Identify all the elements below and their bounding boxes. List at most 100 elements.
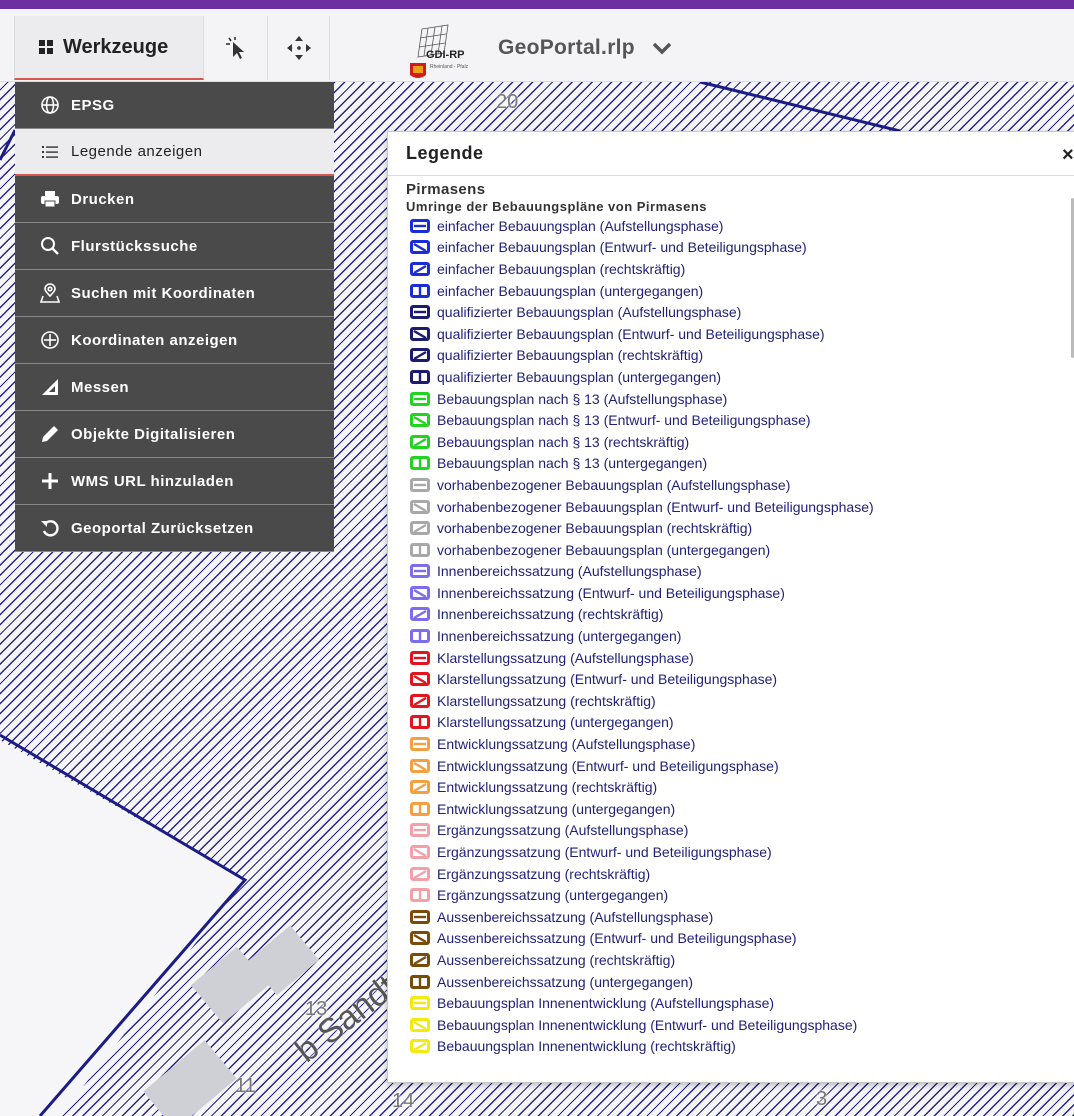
tools-button[interactable]: Werkzeuge [14,16,204,80]
chevron-down-icon[interactable] [652,40,672,56]
legend-item: Bebauungsplan Innenentwicklung (Entwurf-… [406,1014,1066,1036]
menu-item-reset[interactable]: Geoportal Zurücksetzen [15,505,334,552]
legend-item: Klarstellungssatzung (rechtskräftig) [406,690,1066,712]
legend-symbol-icon [410,693,430,708]
move-arrows-icon [286,36,311,60]
legend-item-label: Innenbereichssatzung (Aufstellungsphase) [437,563,702,580]
legend-item: Innenbereichssatzung (Entwurf- und Betei… [406,582,1066,604]
map-pin-icon [39,282,61,304]
legend-symbol-icon [410,607,430,622]
legend-item-label: vorhabenbezogener Bebauungsplan (unterge… [437,541,771,558]
legend-item-label: Bebauungsplan Innenentwicklung (Aufstell… [437,995,775,1012]
legend-item: qualifizierter Bebauungsplan (rechtskräf… [406,345,1066,367]
legend-symbol-icon [410,240,430,255]
legend-item: vorhabenbezogener Bebauungsplan (Entwurf… [406,496,1066,518]
search-icon [39,235,61,257]
top-toolbar: Werkzeuge GDI-RP Rheinland - Pfalz GeoPo… [0,9,1074,82]
menu-item-legend[interactable]: Legende anzeigen [15,129,334,176]
legend-symbol-icon [410,866,430,881]
legend-item-label: Bebauungsplan nach § 13 (rechtskräftig) [437,433,690,450]
legend-item-label: Aussenbereichssatzung (rechtskräftig) [437,951,676,968]
legend-symbol-icon [410,952,430,967]
portal-title[interactable]: GeoPortal.rlp [498,36,635,60]
menu-item-label: Koordinaten anzeigen [71,331,238,349]
legend-item: Bebauungsplan nach § 13 (untergegangen) [406,453,1066,475]
legend-item-label: Aussenbereichssatzung (Aufstellungsphase… [437,908,714,925]
tools-menu: EPSG Legende anzeigen Drucken Flurstücks… [15,82,334,552]
menu-item-show-coordinates[interactable]: Koordinaten anzeigen [15,317,334,364]
legend-symbol-icon [410,801,430,816]
legend-item: Bebauungsplan nach § 13 (rechtskräftig) [406,431,1066,453]
map-label: 11 [235,1075,256,1097]
menu-item-label: EPSG [71,96,115,114]
pan-tool-button[interactable] [268,16,330,80]
legend-symbol-icon [410,456,430,471]
map-label: 3 [816,1088,828,1110]
legend-item-label: Klarstellungssatzung (rechtskräftig) [437,692,656,709]
menu-item-measure[interactable]: Messen [15,364,334,411]
menu-item-coordinate-search[interactable]: Suchen mit Koordinaten [15,270,334,317]
legend-item: Aussenbereichssatzung (untergegangen) [406,971,1066,993]
legend-symbol-icon [410,715,430,730]
legend-layer-title: Pirmasens [406,181,486,198]
legend-item-label: qualifizierter Bebauungsplan (rechtskräf… [437,347,704,364]
legend-item-label: Bebauungsplan nach § 13 (Aufstellungspha… [437,390,728,407]
map-building [143,1040,237,1116]
grid-icon [39,40,53,54]
legend-symbol-icon [410,672,430,687]
legend-item-label: Klarstellungssatzung (Aufstellungsphase) [437,649,694,666]
legend-item-label: Ergänzungssatzung (Aufstellungsphase) [437,822,689,839]
legend-item: Entwicklungssatzung (Aufstellungsphase) [406,733,1066,755]
menu-item-parcel-search[interactable]: Flurstückssuche [15,223,334,270]
legend-symbol-icon [410,348,430,363]
menu-item-print[interactable]: Drucken [15,176,334,223]
legend-item-label: Innenbereichssatzung (Entwurf- und Betei… [437,584,785,601]
legend-item-label: vorhabenbezogener Bebauungsplan (rechtsk… [437,520,753,537]
legend-item-label: vorhabenbezogener Bebauungsplan (Entwurf… [437,498,874,515]
legend-symbol-icon [410,434,430,449]
legend-item: Ergänzungssatzung (rechtskräftig) [406,863,1066,885]
legend-item: Klarstellungssatzung (Aufstellungsphase) [406,647,1066,669]
legend-symbol-icon [410,737,430,752]
legend-item: Klarstellungssatzung (untergegangen) [406,712,1066,734]
map-label: 20 [496,91,519,113]
legend-item: Ergänzungssatzung (Aufstellungsphase) [406,820,1066,842]
legend-item-label: Innenbereichssatzung (untergegangen) [437,628,682,645]
legend-header: Legende [388,132,1074,176]
menu-item-label: Geoportal Zurücksetzen [71,519,254,537]
legend-item-label: Bebauungsplan Innenentwicklung (rechtskr… [437,1038,736,1055]
legend-symbol-icon [410,564,430,579]
legend-item-label: einfacher Bebauungsplan (untergegangen) [437,282,704,299]
legend-symbol-icon [410,283,430,298]
legend-item: qualifizierter Bebauungsplan (untergegan… [406,366,1066,388]
pencil-icon [39,423,61,445]
legend-item: einfacher Bebauungsplan (Aufstellungspha… [406,215,1066,237]
close-icon[interactable]: × [1062,144,1074,167]
legend-item-label: Entwicklungssatzung (untergegangen) [437,800,676,817]
legend-item: Entwicklungssatzung (Entwurf- und Beteil… [406,755,1066,777]
select-tool-button[interactable] [206,16,268,80]
legend-symbol-icon [410,326,430,341]
legend-item-label: Bebauungsplan Innenentwicklung (Entwurf-… [437,1016,858,1033]
menu-item-label: Messen [71,378,130,396]
legend-item: Bebauungsplan Innenentwicklung (Aufstell… [406,992,1066,1014]
legend-item: Entwicklungssatzung (untergegangen) [406,798,1066,820]
legend-item: vorhabenbezogener Bebauungsplan (unterge… [406,539,1066,561]
legend-list: einfacher Bebauungsplan (Aufstellungspha… [406,215,1066,1057]
legend-item: vorhabenbezogener Bebauungsplan (rechtsk… [406,517,1066,539]
legend-symbol-icon [410,413,430,428]
legend-item: Bebauungsplan Innenentwicklung (rechtskr… [406,1036,1066,1058]
legend-symbol-icon [410,823,430,838]
legend-item-label: einfacher Bebauungsplan (Aufstellungspha… [437,217,724,234]
legend-item: Bebauungsplan nach § 13 (Aufstellungspha… [406,388,1066,410]
logo-text: GDI-RP [426,49,465,61]
menu-item-epsg[interactable]: EPSG [15,82,334,129]
map-label: 14 [392,1090,415,1112]
menu-item-add-wms[interactable]: WMS URL hinzuladen [15,458,334,505]
legend-item: Aussenbereichssatzung (Entwurf- und Bete… [406,928,1066,950]
legend-item: Innenbereichssatzung (Aufstellungsphase) [406,561,1066,583]
menu-item-digitize[interactable]: Objekte Digitalisieren [15,411,334,458]
legend-symbol-icon [410,521,430,536]
legend-panel: Legende × Pirmasens Umringe der Bebauung… [387,131,1074,1083]
menu-item-label: Objekte Digitalisieren [71,425,236,443]
